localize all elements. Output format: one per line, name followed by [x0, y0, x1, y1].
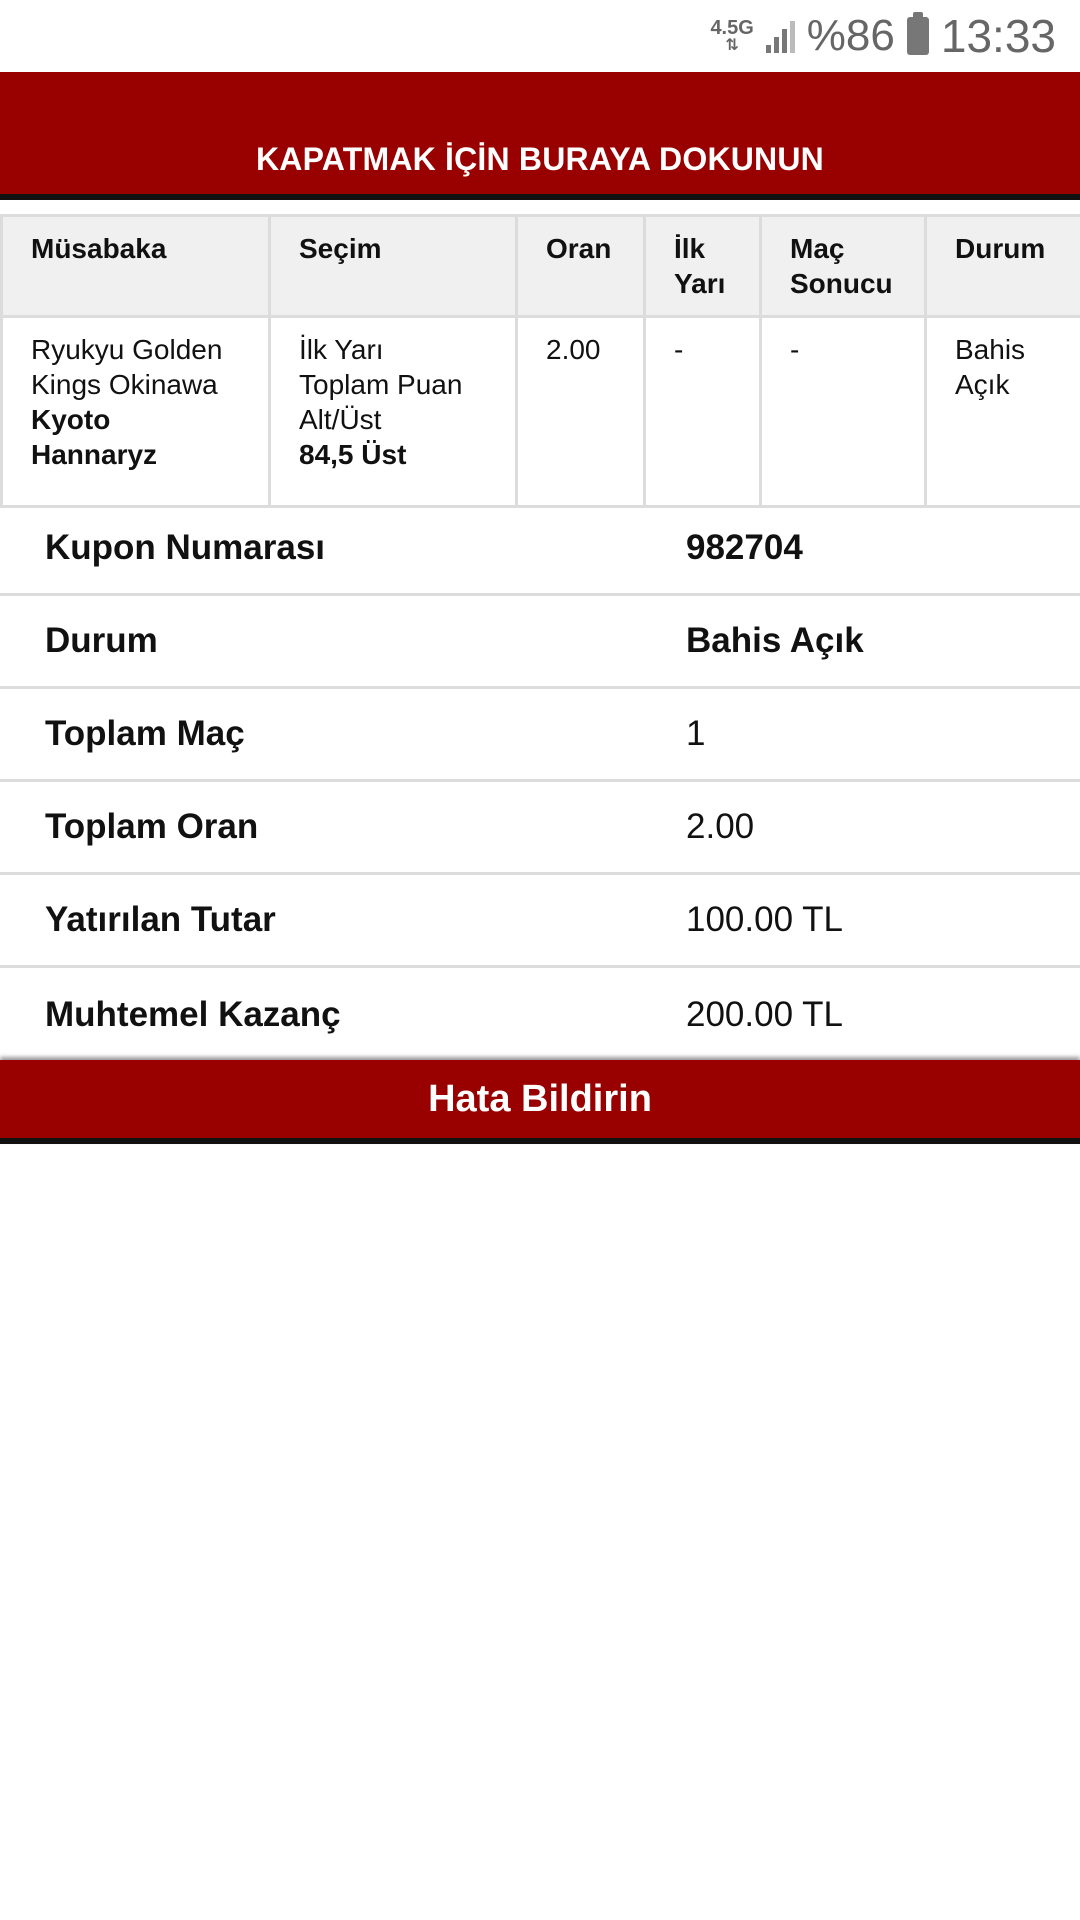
- potential-win-label: Muhtemel Kazanç: [45, 994, 341, 1034]
- potential-win-value: 200.00 TL: [686, 994, 843, 1034]
- cell-match: Ryukyu Golden Kings Okinawa Kyoto Hannar…: [0, 315, 271, 508]
- report-error-button[interactable]: Hata Bildirin: [0, 1060, 1080, 1144]
- header-odds: Oran: [515, 214, 646, 318]
- selection-line4: 84,5 Üst: [299, 439, 407, 470]
- header-result-line2: Sonucu: [790, 268, 893, 299]
- status-line2: Açık: [955, 369, 1010, 400]
- network-type: 4.5G: [710, 17, 754, 39]
- cell-first-half: -: [643, 315, 762, 508]
- header-match: Müsabaka: [0, 214, 271, 318]
- summary-row-total-odds: Toplam Oran 2.00: [0, 782, 1080, 875]
- selection-line1: İlk Yarı: [299, 334, 384, 365]
- header-status: Durum: [924, 214, 1080, 318]
- match-table: Müsabaka Seçim Oran İlk Yarı Maç Sonucu …: [0, 214, 1080, 508]
- close-banner-button[interactable]: KAPATMAK İÇİN BURAYA DOKUNUN: [0, 72, 1080, 200]
- cell-result: -: [759, 315, 927, 508]
- cell-selection: İlk Yarı Toplam Puan Alt/Üst 84,5 Üst: [268, 315, 518, 508]
- coupon-number-value: 982704: [686, 528, 803, 567]
- network-indicator: 4.5G ⇅: [710, 18, 753, 54]
- header-first-half: İlk Yarı: [643, 214, 762, 318]
- status-line1: Bahis: [955, 334, 1026, 365]
- total-odds-label: Toplam Oran: [45, 807, 259, 846]
- stake-value: 100.00 TL: [686, 900, 843, 939]
- clock: 13:33: [940, 10, 1056, 62]
- team2-line2: Hannaryz: [31, 439, 158, 470]
- summary-row-status: Durum Bahis Açık: [0, 596, 1080, 689]
- cell-status: Bahis Açık: [924, 315, 1080, 508]
- team1-line1: Ryukyu Golden: [31, 334, 223, 365]
- summary-row-potential-win: Muhtemel Kazanç 200.00 TL: [0, 968, 1080, 1061]
- team1-line2: Kings Okinawa: [31, 369, 218, 400]
- stake-label: Yatırılan Tutar: [45, 900, 276, 939]
- summary-row-total-matches: Toplam Maç 1: [0, 689, 1080, 782]
- team2-line1: Kyoto: [31, 404, 111, 435]
- table-header-row: Müsabaka Seçim Oran İlk Yarı Maç Sonucu …: [0, 214, 1080, 318]
- cell-odds: 2.00: [515, 315, 646, 508]
- coupon-number-label: Kupon Numarası: [45, 528, 326, 567]
- coupon-summary: Kupon Numarası 982704 Durum Bahis Açık T…: [0, 503, 1080, 1061]
- header-selection: Seçim: [268, 214, 518, 318]
- header-result: Maç Sonucu: [759, 214, 927, 318]
- battery-percentage: %86: [806, 11, 895, 60]
- signal-icon: [765, 19, 795, 53]
- total-matches-label: Toplam Maç: [45, 714, 245, 753]
- summary-row-stake: Yatırılan Tutar 100.00 TL: [0, 875, 1080, 968]
- total-odds-value: 2.00: [686, 807, 755, 846]
- total-matches-value: 1: [686, 714, 706, 753]
- status-bar: 4.5G ⇅ %86 13:33: [0, 0, 1080, 72]
- header-first-half-line1: İlk: [674, 233, 706, 264]
- header-first-half-line2: Yarı: [674, 268, 726, 299]
- selection-line3: Alt/Üst: [299, 404, 382, 435]
- table-row: Ryukyu Golden Kings Okinawa Kyoto Hannar…: [0, 315, 1080, 508]
- selection-line2: Toplam Puan: [299, 369, 463, 400]
- status-label: Durum: [45, 621, 158, 660]
- header-result-line1: Maç: [790, 233, 845, 264]
- data-arrows-icon: ⇅: [725, 37, 739, 54]
- battery-icon: [906, 12, 929, 55]
- status-value: Bahis Açık: [686, 621, 864, 660]
- summary-row-coupon: Kupon Numarası 982704: [0, 503, 1080, 596]
